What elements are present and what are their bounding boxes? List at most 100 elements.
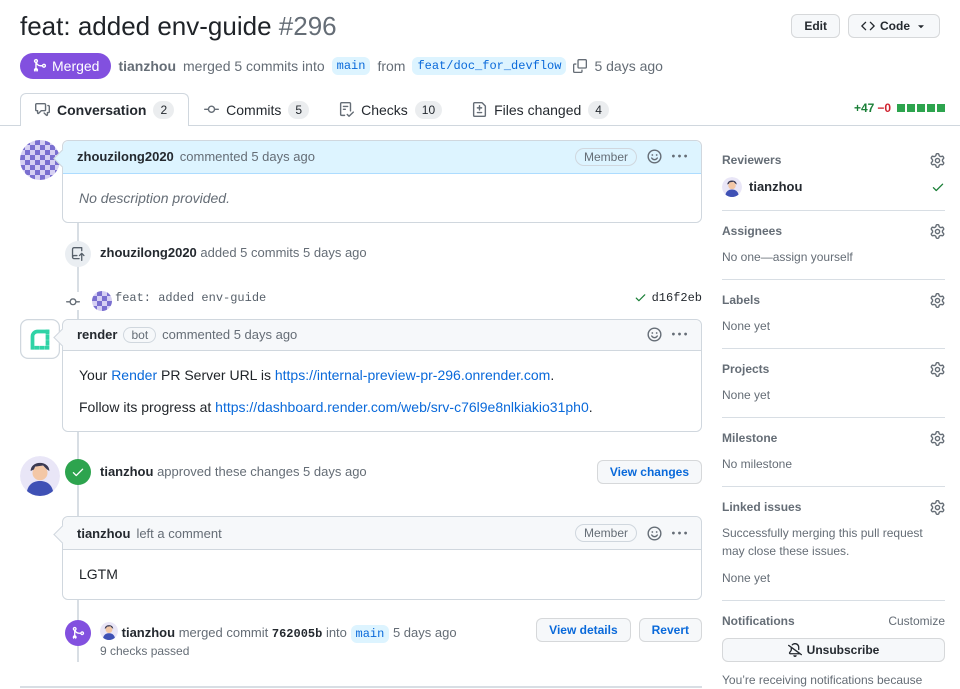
assignees-empty-text[interactable]: No one—assign yourself <box>722 248 945 266</box>
projects-empty-text: None yet <box>722 387 771 402</box>
kebab-menu-icon[interactable] <box>672 149 687 164</box>
sidebar-linked-issues: Linked issues Successfully merging this … <box>722 487 945 601</box>
code-button[interactable]: Code <box>848 14 940 38</box>
gear-icon[interactable] <box>930 153 945 168</box>
event-text: approved these changes 5 days ago <box>157 464 367 480</box>
tab-count: 2 <box>153 100 175 119</box>
gear-icon[interactable] <box>930 224 945 239</box>
linked-issues-empty-text: None yet <box>722 570 771 585</box>
preview-url-link[interactable]: https://internal-preview-pr-296.onrender… <box>275 367 550 383</box>
merged-commit-sha[interactable]: 762005b <box>272 627 322 641</box>
diff-blocks <box>897 103 945 112</box>
emoji-reaction-icon[interactable] <box>647 526 662 541</box>
notifications-desc: You’re receiving notifications because y… <box>722 672 923 687</box>
emoji-reaction-icon[interactable] <box>647 149 662 164</box>
pr-title-text: feat: added env-guide <box>20 11 272 41</box>
comment-author-link[interactable]: render <box>77 327 117 342</box>
merge-event-time: 5 days ago <box>392 624 457 640</box>
base-branch-label[interactable]: main <box>331 56 371 75</box>
pr-sidebar: Reviewers tianzhou Assignees No one—assi… <box>722 140 945 689</box>
comment-body-text: LGTM <box>79 566 118 583</box>
review-comment: tianzhou left a comment Member LGTM <box>20 516 702 600</box>
linked-issues-desc: Successfully merging this pull request m… <box>722 525 923 558</box>
copy-icon[interactable] <box>573 59 587 73</box>
commit-message-link[interactable]: feat: added env-guide <box>115 291 266 305</box>
base-branch-label[interactable]: main <box>350 624 390 643</box>
event-author-link[interactable]: tianzhou <box>122 625 175 640</box>
kebab-menu-icon[interactable] <box>672 526 687 541</box>
event-author-link[interactable]: zhouzilong2020 <box>100 245 197 260</box>
sidebar-labels: Labels None yet <box>722 280 945 349</box>
revert-button[interactable]: Revert <box>638 617 702 642</box>
kebab-menu-icon[interactable] <box>672 327 687 342</box>
diff-deletions: −0 <box>877 100 891 115</box>
tab-conversation[interactable]: Conversation 2 <box>20 92 190 126</box>
from-text: from <box>377 57 406 74</box>
file-diff-icon <box>472 102 487 117</box>
bot-badge: bot <box>123 326 157 343</box>
checklist-icon <box>339 102 354 117</box>
view-changes-button[interactable]: View changes <box>596 460 702 485</box>
merged-status-badge: Merged <box>20 52 112 79</box>
edit-button[interactable]: Edit <box>791 14 840 38</box>
tab-files-changed[interactable]: Files changed 4 <box>457 93 624 126</box>
event-author-link[interactable]: tianzhou <box>100 464 153 479</box>
comment-timestamp: commented 5 days ago <box>179 149 315 164</box>
view-details-button[interactable]: View details <box>536 617 631 642</box>
gear-icon[interactable] <box>930 431 945 446</box>
merged-event: tianzhou merged commit 762005b into main… <box>20 617 702 666</box>
commit-row: feat: added env-guide d16f2eb <box>20 290 702 311</box>
pr-page: feat: added env-guide #296 Edit Code Mer… <box>0 0 960 689</box>
merge-action-text: merged 5 commits into <box>183 57 325 74</box>
pr-header: feat: added env-guide #296 Edit Code Mer… <box>20 10 945 79</box>
milestone-empty-text: No milestone <box>722 456 793 471</box>
git-commit-icon <box>66 291 80 310</box>
labels-empty-text: None yet <box>722 318 771 333</box>
git-merge-icon <box>32 58 47 73</box>
page-title: feat: added env-guide #296 <box>20 10 775 43</box>
avatar-zhouzilong2020[interactable] <box>92 290 112 311</box>
gear-icon[interactable] <box>930 362 945 377</box>
event-text: added 5 commits 5 days ago <box>200 244 367 260</box>
unsubscribe-button[interactable]: Unsubscribe <box>722 637 945 662</box>
comment-zhouzilong: zhouzilong2020 commented 5 days ago Memb… <box>20 139 702 223</box>
comment-body-text: No description provided. <box>79 189 230 206</box>
bell-slash-icon <box>788 643 802 657</box>
comment-timestamp: commented 5 days ago <box>162 327 298 343</box>
tab-checks[interactable]: Checks 10 <box>324 93 457 126</box>
repo-push-icon <box>65 240 91 267</box>
checks-passed-link[interactable]: 9 checks passed <box>100 644 702 658</box>
comment-timestamp: left a comment <box>136 525 222 541</box>
render-link[interactable]: Render <box>111 367 157 383</box>
emoji-reaction-icon[interactable] <box>647 327 662 342</box>
merge-event-icon <box>65 619 91 646</box>
comment-render-bot: render bot commented 5 days ago Your Ren… <box>20 318 702 433</box>
tab-count: 10 <box>414 100 443 119</box>
avatar-tianzhou[interactable] <box>722 177 742 197</box>
head-branch-label[interactable]: feat/doc_for_devflow <box>412 56 567 75</box>
approved-check-icon <box>65 459 91 486</box>
avatar-tianzhou[interactable] <box>100 622 118 640</box>
chevron-down-icon <box>915 20 927 32</box>
gear-icon[interactable] <box>930 500 945 515</box>
dashboard-url-link[interactable]: https://dashboard.render.com/web/srv-c76… <box>215 399 589 415</box>
comment-author-link[interactable]: zhouzilong2020 <box>77 149 174 164</box>
commit-sha-link[interactable]: d16f2eb <box>652 291 702 305</box>
sidebar-milestone: Milestone No milestone <box>722 418 945 487</box>
member-badge: Member <box>574 524 637 543</box>
tab-count: 5 <box>288 100 310 119</box>
reviewer-name-link[interactable]: tianzhou <box>749 179 802 194</box>
sidebar-assignees: Assignees No one—assign yourself <box>722 211 945 280</box>
pr-tab-nav: Conversation 2 Commits 5 Checks 10 Files ch… <box>0 92 960 126</box>
approved-check-icon <box>931 180 945 194</box>
comment-discussion-icon <box>35 102 50 117</box>
tab-commits[interactable]: Commits 5 <box>189 93 324 126</box>
gear-icon[interactable] <box>930 293 945 308</box>
conversation-timeline: zhouzilong2020 commented 5 days ago Memb… <box>20 139 702 689</box>
sidebar-projects: Projects None yet <box>722 349 945 418</box>
diff-stat[interactable]: +47 −0 <box>854 101 945 115</box>
pr-author-link[interactable]: tianzhou <box>118 58 176 74</box>
comment-author-link[interactable]: tianzhou <box>77 526 130 541</box>
customize-link[interactable]: Customize <box>888 614 945 628</box>
avatar-tianzhou[interactable] <box>20 456 60 496</box>
